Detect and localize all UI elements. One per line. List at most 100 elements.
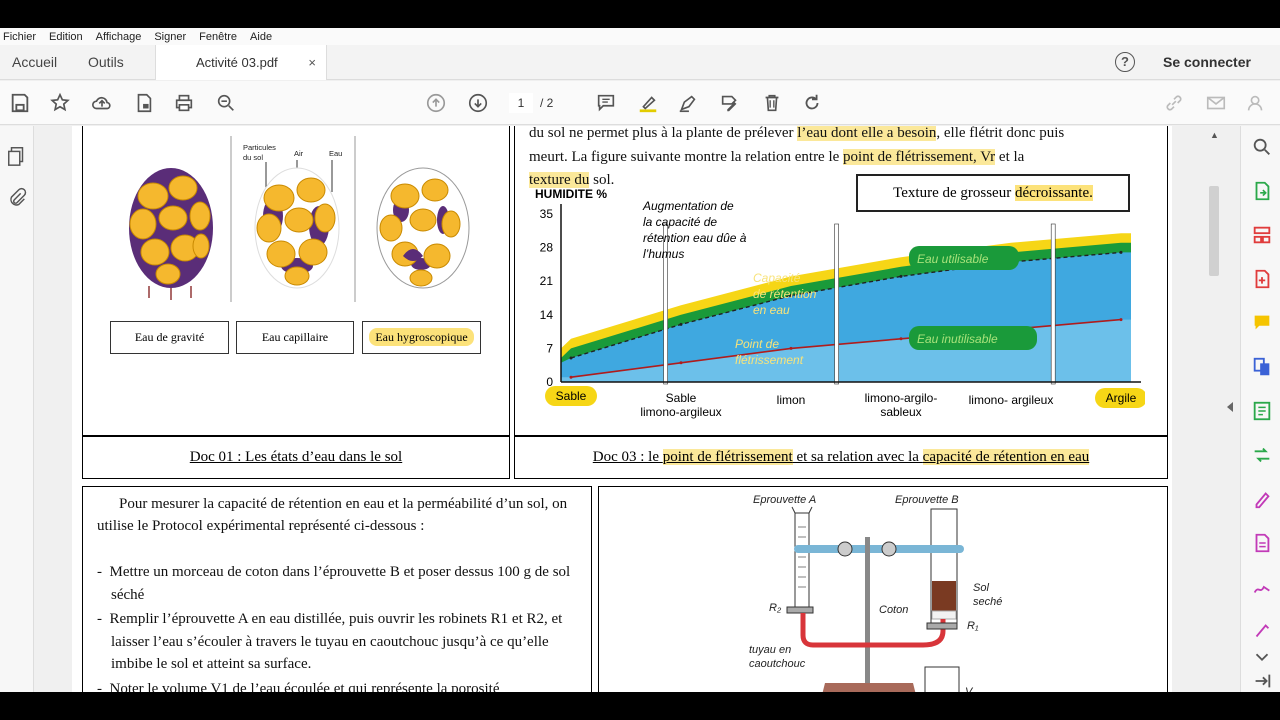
- texture-divider: [834, 223, 839, 385]
- x-category-label: limono-argileux: [640, 405, 721, 419]
- page-total: / 2: [540, 96, 554, 110]
- compare-files-icon[interactable]: [1251, 444, 1273, 466]
- x-category-label: limon: [777, 393, 806, 407]
- help-icon[interactable]: ?: [1115, 52, 1135, 72]
- y-tick-label: 7: [546, 341, 553, 355]
- doc01-figure: Particules du sol Air Eau Eau de gravité…: [82, 126, 510, 436]
- label-eau-hygroscopique: Eau hygroscopique: [362, 321, 481, 354]
- file-lock-icon[interactable]: [132, 91, 156, 115]
- annotation-humus: rétention eau dûe à: [643, 231, 747, 245]
- link-icon[interactable]: [1162, 91, 1186, 115]
- x-category-label: Sable: [556, 389, 587, 403]
- menu-bar: Fichier Edition Affichage Signer Fenêtre…: [0, 28, 1280, 45]
- label-eau-de-gravite: Eau de gravité: [110, 321, 229, 354]
- data-point-capacity: [679, 322, 683, 326]
- protocol-intro: Pour mesurer la capacité de rétention en…: [97, 496, 568, 534]
- menu-edition[interactable]: Edition: [49, 31, 83, 43]
- menu-signer[interactable]: Signer: [154, 31, 186, 43]
- close-icon[interactable]: ×: [308, 45, 316, 80]
- attachment-icon[interactable]: [5, 186, 29, 210]
- doc03-figure: du sol ne permet plus à la plante de pré…: [514, 126, 1168, 436]
- email-icon[interactable]: [1204, 91, 1228, 115]
- redo-icon[interactable]: [800, 91, 824, 115]
- zoom-search-icon[interactable]: [1251, 136, 1273, 158]
- highlight-icon[interactable]: [636, 91, 660, 115]
- tab-outils[interactable]: Outils: [88, 45, 124, 80]
- menu-affichage[interactable]: Affichage: [96, 31, 142, 43]
- svg-text:seché: seché: [973, 596, 1002, 608]
- y-axis-label: HUMIDITE %: [535, 187, 607, 201]
- acrobat-window: Fichier Edition Affichage Signer Fenêtre…: [0, 28, 1280, 692]
- scrollbar-thumb[interactable]: [1209, 186, 1219, 276]
- bookmark-star-icon[interactable]: [48, 91, 72, 115]
- scroll-up-arrow-icon[interactable]: ▲: [1210, 130, 1219, 140]
- svg-text:R₁: R₁: [967, 620, 979, 632]
- share-user-icon[interactable]: [1244, 91, 1268, 115]
- experiment-apparatus-illustration: Eprouvette A Eprouvette B R₂ R₁ Coton So…: [749, 494, 1002, 692]
- x-category-label: limono- argileux: [969, 393, 1054, 407]
- fill-sign-icon[interactable]: [718, 91, 742, 115]
- next-page-icon[interactable]: [466, 91, 490, 115]
- x-category-label: Sable: [666, 391, 697, 405]
- delete-icon[interactable]: [760, 91, 784, 115]
- menu-aide[interactable]: Aide: [250, 31, 272, 43]
- humidity-texture-chart: HUMIDITE %0714212835Sable Sablelimono-arg…: [535, 187, 1145, 419]
- svg-text:Particules: Particules: [243, 143, 276, 152]
- soil-water-states-illustration: Particules du sol Air Eau: [129, 136, 470, 302]
- comment-icon[interactable]: [594, 91, 618, 115]
- x-category-label: limono-argilo-: [865, 391, 938, 405]
- right-tools-pane: [1227, 126, 1280, 692]
- texture-label-box: Texture de grosseur décroissante.: [856, 174, 1130, 212]
- data-point-capacity: [569, 356, 573, 360]
- annotation-humus: la capacité de: [643, 215, 717, 229]
- comment-tool-icon[interactable]: [1251, 312, 1273, 334]
- doc03-caption-box: Doc 03 : le point de flétrissement et sa…: [514, 436, 1168, 479]
- menu-fichier[interactable]: Fichier: [3, 31, 36, 43]
- protocol-step: - Noter le volume V1 de l’eau écoulée et…: [97, 680, 500, 693]
- zoom-out-icon[interactable]: [214, 91, 238, 115]
- apparatus-box: Eprouvette A Eprouvette B R₂ R₁ Coton So…: [598, 486, 1168, 692]
- save-icon[interactable]: [8, 91, 32, 115]
- svg-text:du sol: du sol: [243, 153, 263, 162]
- sign-in-button[interactable]: Se connecter: [1163, 45, 1251, 80]
- fill-and-sign-icon[interactable]: [1251, 488, 1273, 510]
- tab-document[interactable]: Activité 03.pdf ×: [155, 45, 327, 80]
- doc01-caption: Doc 01 : Les états d’eau dans le sol: [189, 449, 403, 465]
- protect-pdf-icon[interactable]: [1251, 532, 1273, 554]
- data-point-wilting: [1119, 318, 1123, 322]
- data-point-wilting: [789, 346, 793, 350]
- more-tools-icon[interactable]: [1251, 620, 1273, 642]
- export-pdf-icon[interactable]: [1251, 180, 1273, 202]
- y-tick-label: 14: [540, 308, 554, 322]
- vertical-scrollbar[interactable]: ▲: [1204, 126, 1224, 692]
- svg-text:Sol: Sol: [973, 582, 989, 594]
- scroll-rail-down-icon[interactable]: [1251, 646, 1273, 668]
- previous-page-icon[interactable]: [424, 91, 448, 115]
- menu-fenetre[interactable]: Fenêtre: [199, 31, 237, 43]
- tab-accueil[interactable]: Accueil: [12, 45, 57, 80]
- organize-pages-icon[interactable]: [1251, 224, 1273, 246]
- protocol-box: Pour mesurer la capacité de rétention en…: [82, 486, 592, 692]
- send-for-signature-icon[interactable]: [1251, 576, 1273, 598]
- collapse-right-pane-icon[interactable]: [1227, 402, 1233, 412]
- edit-pdf-icon[interactable]: [1251, 400, 1273, 422]
- upload-cloud-icon[interactable]: [90, 91, 114, 115]
- doc01-caption-box: Doc 01 : Les états d’eau dans le sol: [82, 436, 510, 479]
- svg-text:V: V: [965, 686, 974, 692]
- annotation-humus: Augmentation de: [642, 199, 734, 213]
- combine-files-icon[interactable]: [1251, 356, 1273, 378]
- draw-pen-icon[interactable]: [676, 91, 700, 115]
- protocol-step: - Remplir l’éprouvette A en eau distillé…: [97, 611, 563, 672]
- y-tick-label: 21: [540, 274, 554, 288]
- annotation-capacity: de rétention: [753, 287, 817, 301]
- doc03-caption: Doc 03 : le point de flétrissement et sa…: [592, 449, 1090, 465]
- data-point-capacity: [1119, 250, 1123, 254]
- collapse-tools-icon[interactable]: [1251, 670, 1273, 692]
- page-thumbnails-icon[interactable]: [5, 144, 29, 168]
- page-number-input[interactable]: 1: [509, 93, 533, 113]
- annotation-humus: l’humus: [643, 247, 684, 261]
- svg-text:Coton: Coton: [879, 604, 908, 616]
- print-icon[interactable]: [172, 91, 196, 115]
- create-pdf-icon[interactable]: [1251, 268, 1273, 290]
- x-category-label: Argile: [1106, 391, 1137, 405]
